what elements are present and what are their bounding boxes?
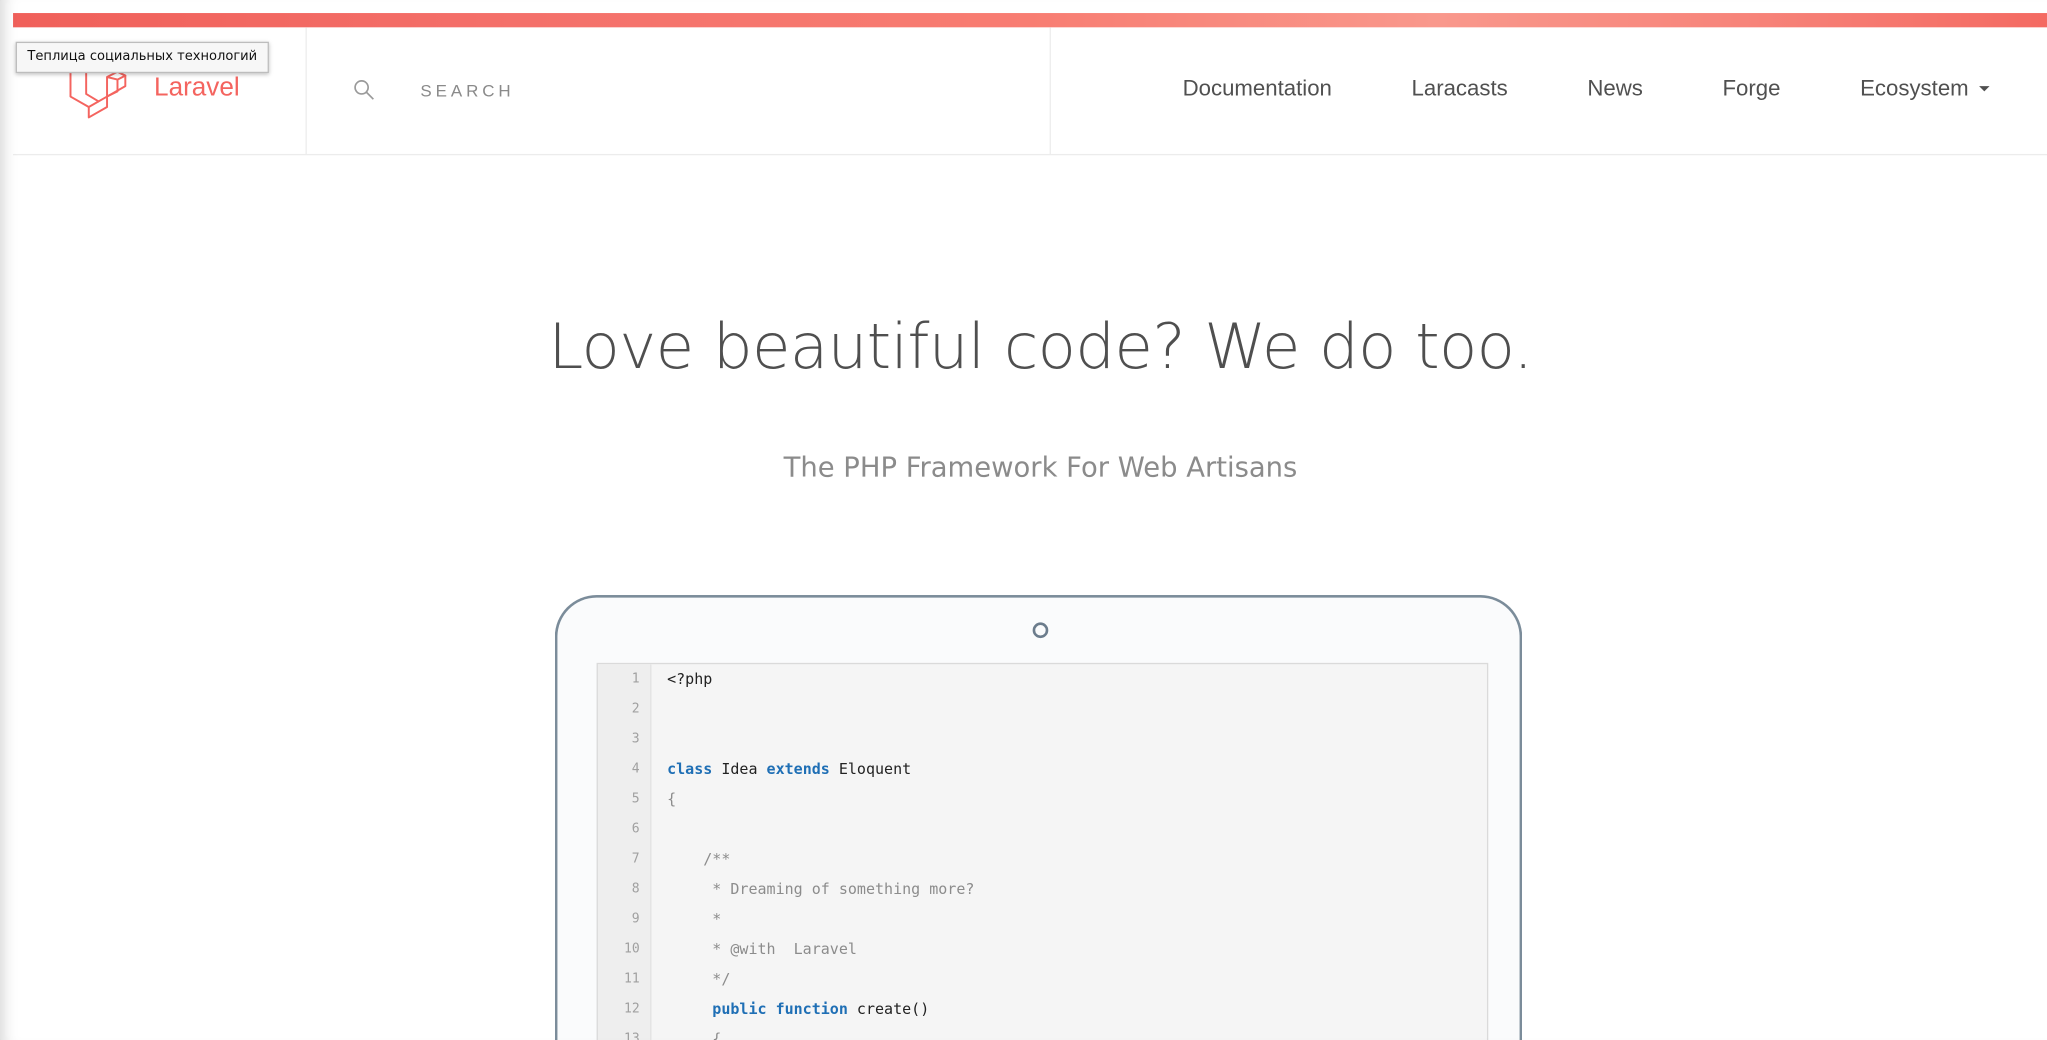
code-line: * Dreaming of something more? bbox=[667, 874, 1487, 904]
code-token: /** bbox=[667, 849, 731, 868]
browser-viewport: Теплица социальных технологий Laravel Do… bbox=[0, 0, 2047, 1040]
code-token: { bbox=[667, 789, 677, 808]
nav-item-news[interactable]: News bbox=[1587, 76, 1643, 102]
nav-item-laracasts[interactable]: Laracasts bbox=[1412, 76, 1508, 102]
line-number: 4 bbox=[631, 762, 640, 777]
code-token: * @with Laravel bbox=[667, 939, 857, 958]
nav-item-ecosystem[interactable]: Ecosystem bbox=[1860, 75, 1990, 102]
code-screen: 1 2 3 4 5 6 7 8 9 10 11 12 13 <?php class Idea extend… bbox=[596, 662, 1489, 1040]
hero-title: Love beautiful code? We do too. bbox=[548, 310, 1533, 384]
code-token: * bbox=[667, 909, 722, 928]
line-number: 9 bbox=[631, 912, 640, 927]
line-number: 1 bbox=[631, 672, 640, 687]
nav-item-label: Laracasts bbox=[1411, 75, 1508, 101]
code-line: { bbox=[667, 784, 1487, 814]
line-number: 11 bbox=[623, 972, 640, 987]
line-number-gutter: 1 2 3 4 5 6 7 8 9 10 11 12 13 bbox=[597, 664, 652, 1040]
code-line: { bbox=[667, 1024, 1487, 1040]
nav-item-label: Ecosystem bbox=[1860, 75, 1969, 101]
line-number: 5 bbox=[631, 792, 640, 807]
code-token: */ bbox=[667, 969, 731, 988]
tooltip: Теплица социальных технологий bbox=[15, 41, 269, 74]
camera-icon bbox=[1032, 622, 1049, 639]
code-token: Idea bbox=[721, 759, 767, 778]
laravel-logo-icon bbox=[69, 65, 127, 119]
code-token: Eloquent bbox=[838, 759, 912, 778]
caret-down-icon bbox=[1979, 86, 1990, 92]
search-box[interactable] bbox=[352, 78, 685, 102]
line-number: 8 bbox=[631, 882, 640, 897]
brand-top-bar bbox=[13, 13, 2047, 28]
search-icon bbox=[354, 80, 374, 100]
code-token: public function bbox=[667, 999, 857, 1018]
line-number: 10 bbox=[623, 942, 640, 957]
line-number: 7 bbox=[631, 852, 640, 867]
line-number: 2 bbox=[631, 702, 640, 717]
code-token: * Dreaming of something more? bbox=[667, 879, 975, 898]
nav-item-label: Documentation bbox=[1182, 75, 1332, 101]
line-number: 6 bbox=[631, 822, 640, 837]
code-token: create() bbox=[856, 999, 930, 1018]
nav-item-forge[interactable]: Forge bbox=[1722, 76, 1780, 102]
nav-item-documentation[interactable]: Documentation bbox=[1183, 76, 1332, 102]
code-line: /** bbox=[667, 844, 1487, 874]
laptop-illustration: 1 2 3 4 5 6 7 8 9 10 11 12 13 <?php class Idea extend… bbox=[554, 595, 1523, 1040]
code-line: * @with Laravel bbox=[667, 934, 1487, 964]
laravel-logo-link[interactable]: Laravel bbox=[68, 65, 240, 120]
hero-subtitle: The PHP Framework For Web Artisans bbox=[783, 451, 1298, 483]
code-line: <?php bbox=[667, 664, 1487, 694]
header-divider bbox=[305, 27, 307, 154]
code-line: * bbox=[667, 904, 1487, 934]
line-number: 3 bbox=[631, 732, 640, 747]
nav-item-label: Forge bbox=[1722, 75, 1781, 101]
code-token: class bbox=[667, 759, 722, 778]
line-number: 13 bbox=[623, 1032, 640, 1040]
search-input[interactable] bbox=[417, 78, 685, 102]
code-line: public function create() bbox=[667, 994, 1487, 1024]
code-token: <?php bbox=[667, 669, 713, 688]
nav-item-label: News bbox=[1587, 75, 1643, 101]
code-block: <?php class Idea extends Eloquent { /** * … bbox=[651, 664, 1487, 1040]
code-line: */ bbox=[667, 964, 1487, 994]
header-divider bbox=[1049, 27, 1051, 154]
code-line: class Idea extends Eloquent bbox=[667, 754, 1487, 784]
code-token: extends bbox=[766, 759, 839, 778]
logo-text: Laravel bbox=[154, 72, 240, 102]
line-number: 12 bbox=[623, 1002, 640, 1017]
code-token: { bbox=[667, 1029, 722, 1040]
main-nav: Documentation Laracasts News Forge Ecosy… bbox=[1103, 76, 1990, 102]
